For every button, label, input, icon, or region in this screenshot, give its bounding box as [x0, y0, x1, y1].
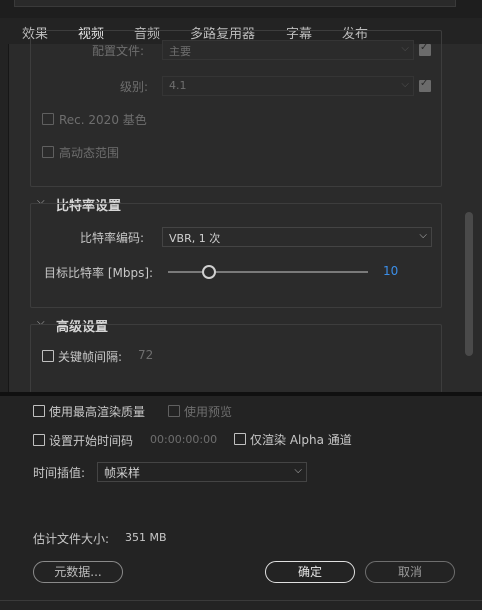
level-match-checkbox[interactable]	[419, 78, 431, 92]
use-previews-checkbox[interactable]	[168, 405, 180, 417]
keyframe-interval-value[interactable]: 72	[138, 348, 153, 362]
time-interpolation-value: 帧采样	[104, 466, 141, 480]
hdr-checkbox[interactable]	[42, 146, 54, 158]
render-alpha-only-label: 仅渲染 Alpha 通道	[250, 433, 352, 447]
footer-line	[0, 600, 482, 601]
render-alpha-only-checkbox[interactable]	[234, 433, 246, 445]
profile-label: 配置文件:	[92, 44, 145, 58]
metadata-button[interactable]: 元数据...	[33, 561, 123, 583]
hdr-label: 高动态范围	[59, 146, 120, 160]
target-bitrate-label: 目标比特率 [Mbps]:	[44, 266, 154, 280]
set-start-timecode-checkbox[interactable]	[33, 434, 45, 446]
time-interpolation-label: 时间插值:	[33, 466, 86, 480]
keyframe-interval-label: 关键帧间隔:	[58, 350, 123, 364]
keyframe-interval-checkbox[interactable]	[42, 350, 54, 362]
ok-button[interactable]: 确定	[265, 561, 355, 583]
cancel-button[interactable]: 取消	[365, 561, 455, 583]
target-bitrate-slider-thumb[interactable]	[202, 265, 216, 279]
target-bitrate-slider-track[interactable]	[168, 271, 368, 273]
chevron-down-icon: ⌵	[401, 43, 409, 54]
estimated-size-value: 351 MB	[125, 531, 167, 544]
profile-match-checkbox[interactable]	[419, 42, 431, 56]
rec2020-checkbox[interactable]	[42, 113, 54, 125]
time-interpolation-dropdown[interactable]: 帧采样 ⌵	[97, 462, 307, 482]
bitrate-group	[30, 203, 442, 308]
profile-dropdown[interactable]: 主要 ⌵	[162, 40, 414, 60]
profile-value: 主要	[169, 45, 191, 58]
bitrate-encoding-value: VBR, 1 次	[169, 232, 221, 245]
bitrate-encoding-dropdown[interactable]: VBR, 1 次 ⌵	[162, 227, 432, 247]
use-previews-label: 使用预览	[184, 405, 233, 419]
chevron-down-icon: ⌵	[419, 230, 427, 241]
panel-scrollbar[interactable]	[465, 212, 473, 356]
estimated-size-label: 估计文件大小:	[33, 532, 110, 546]
max-render-quality-label: 使用最高渲染质量	[49, 405, 146, 419]
level-dropdown[interactable]: 4.1 ⌵	[162, 76, 414, 96]
bitrate-encoding-label: 比特率编码:	[80, 231, 145, 245]
max-render-quality-checkbox[interactable]	[33, 405, 45, 417]
chevron-down-icon: ⌵	[294, 465, 302, 476]
chevron-down-icon: ⌵	[401, 79, 409, 90]
top-strip-inner	[14, 0, 456, 7]
level-value: 4.1	[169, 79, 187, 92]
start-timecode-value[interactable]: 00:00:00:00	[150, 433, 217, 446]
rec2020-label: Rec. 2020 基色	[59, 113, 147, 127]
level-label: 级别:	[120, 80, 149, 94]
target-bitrate-value[interactable]: 10	[383, 264, 398, 278]
set-start-timecode-label: 设置开始时间码	[49, 434, 134, 448]
